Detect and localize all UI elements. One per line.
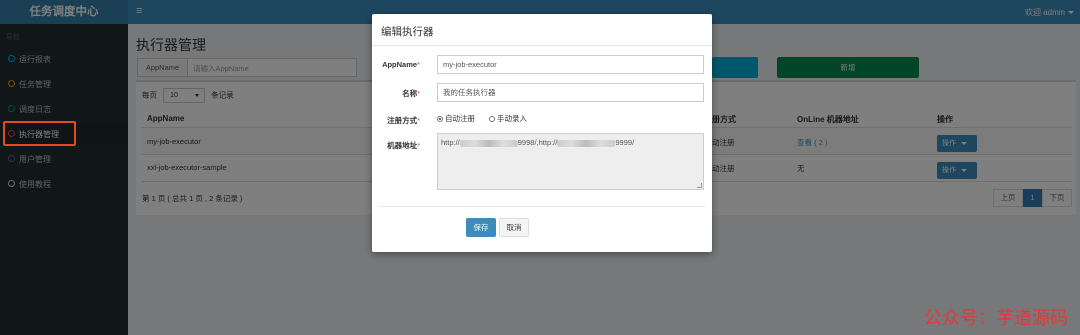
address-text-2: 9998/,http://: [517, 138, 558, 147]
address-text-1: http://: [441, 138, 460, 147]
address-text-3: 9999/: [615, 138, 635, 147]
label-text: 机器地址: [387, 141, 418, 150]
resize-handle-icon[interactable]: [697, 183, 702, 188]
active-item-highlight: [3, 121, 76, 146]
name-field[interactable]: 我的任务执行器: [437, 83, 704, 102]
reg-type-label: 注册方式*: [372, 115, 420, 126]
name-label: 名称*: [372, 88, 420, 99]
watermark: 公众号：芋道源码: [924, 308, 1068, 329]
radio-label: 手动录入: [497, 114, 527, 123]
appname-label: AppName*: [372, 60, 420, 69]
required-mark: *: [417, 60, 420, 69]
modal-header-divider: [372, 45, 712, 46]
appname-field[interactable]: my-job-executor: [437, 55, 704, 74]
reg-manual-radio[interactable]: 手动录入: [489, 113, 527, 124]
address-list-textarea[interactable]: http:// 9998/,http:// 9999/: [437, 133, 704, 190]
required-mark: *: [417, 116, 420, 125]
label-text: AppName: [382, 60, 418, 69]
address-label: 机器地址*: [372, 140, 420, 151]
label-text: 注册方式: [387, 116, 418, 125]
label-text: 名称: [402, 89, 418, 98]
radio-label: 自动注册: [445, 114, 475, 123]
redacted-ip: [557, 139, 616, 147]
redacted-ip: [459, 139, 518, 147]
required-mark: *: [417, 141, 420, 150]
cancel-button[interactable]: 取消: [499, 218, 529, 237]
reg-auto-radio[interactable]: 自动注册: [437, 113, 475, 124]
required-mark: *: [417, 89, 420, 98]
radio-empty-icon: [489, 116, 495, 122]
save-button[interactable]: 保存: [466, 218, 496, 237]
radio-selected-icon: [437, 116, 443, 122]
modal-backdrop-sidebar[interactable]: [0, 0, 128, 335]
modal-title: 编辑执行器: [381, 26, 434, 38]
modal-footer-divider: [379, 206, 705, 207]
